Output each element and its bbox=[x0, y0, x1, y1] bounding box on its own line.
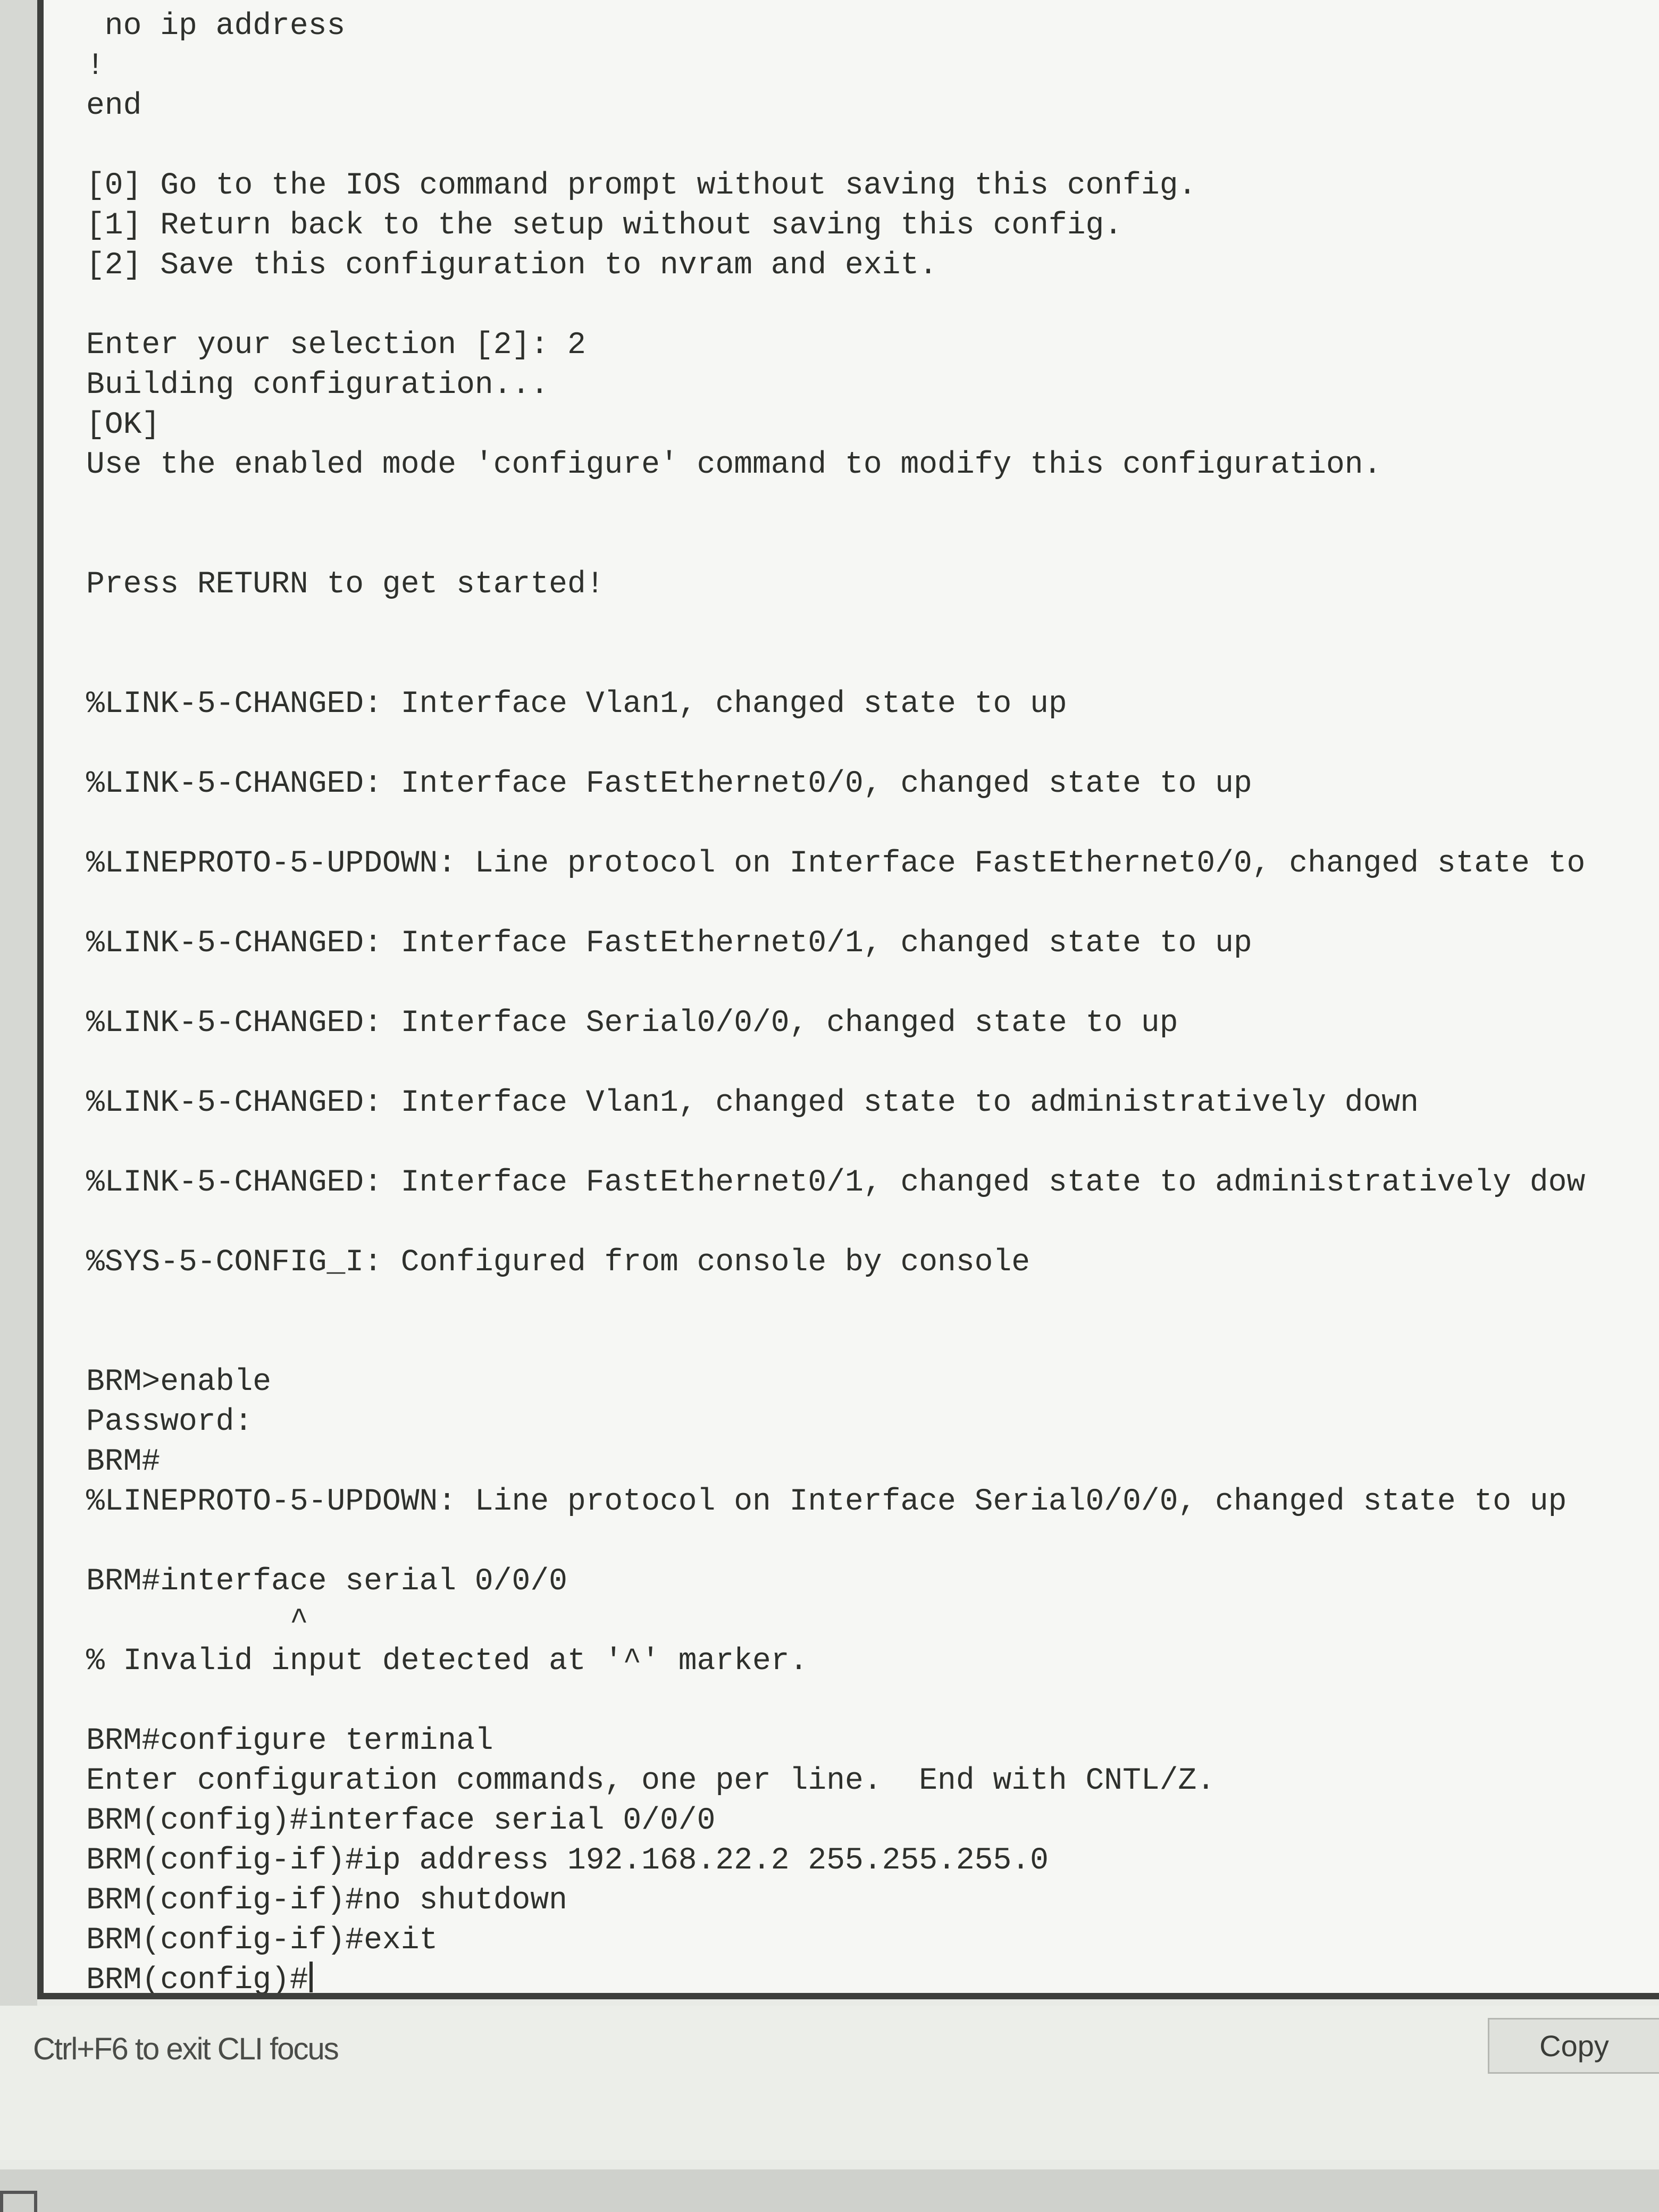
cli-line bbox=[86, 525, 1659, 565]
cli-line: BRM#configure terminal bbox=[86, 1724, 493, 1758]
cli-line: Use the enabled mode 'configure' command… bbox=[86, 448, 1382, 482]
cli-line: Building configuration... bbox=[86, 368, 549, 403]
cli-line: %LINEPROTO-5-UPDOWN: Line protocol on In… bbox=[86, 847, 1586, 881]
cli-status-bar bbox=[0, 2006, 1659, 2160]
cli-line bbox=[86, 644, 1659, 684]
cli-line: BRM(config)#interface serial 0/0/0 bbox=[86, 1804, 716, 1838]
cli-line bbox=[86, 963, 1659, 1003]
cli-line bbox=[86, 1283, 1659, 1322]
cli-line: [1] Return back to the setup without sav… bbox=[86, 208, 1123, 243]
cli-line bbox=[86, 605, 1659, 644]
cli-line bbox=[86, 1322, 1659, 1362]
window-left-edge bbox=[0, 0, 37, 2010]
cli-line bbox=[86, 1203, 1659, 1243]
cli-line: Enter your selection [2]: 2 bbox=[86, 328, 586, 363]
cli-terminal[interactable]: no ip address! end [0] Go to the IOS comma… bbox=[37, 0, 1659, 1999]
cli-line: Press RETURN to get started! bbox=[86, 567, 605, 602]
cli-line bbox=[86, 1522, 1659, 1562]
cli-line: %LINK-5-CHANGED: Interface Serial0/0/0, … bbox=[86, 1006, 1178, 1041]
cli-line: BRM>enable bbox=[86, 1365, 272, 1400]
cli-line: [0] Go to the IOS command prompt without… bbox=[86, 169, 1197, 203]
cli-line: %LINK-5-CHANGED: Interface Vlan1, change… bbox=[86, 687, 1067, 722]
cli-output[interactable]: no ip address! end [0] Go to the IOS comma… bbox=[44, 0, 1659, 1998]
cli-line: % Invalid input detected at '^' marker. bbox=[86, 1644, 808, 1679]
cli-line bbox=[86, 1043, 1659, 1083]
bottom-checkbox[interactable] bbox=[0, 2191, 37, 2212]
cli-line bbox=[86, 286, 1659, 325]
cli-lines: no ip address! end [0] Go to the IOS comma… bbox=[86, 6, 1659, 1960]
cli-line: no ip address bbox=[86, 9, 346, 44]
cli-line: BRM#interface serial 0/0/0 bbox=[86, 1564, 567, 1599]
cli-focus-hint: Ctrl+F6 to exit CLI focus bbox=[33, 2032, 339, 2066]
cli-line bbox=[86, 1681, 1659, 1721]
cli-line bbox=[86, 1123, 1659, 1163]
cli-line: BRM(config-if)#no shutdown bbox=[86, 1883, 567, 1918]
cli-line bbox=[86, 724, 1659, 764]
cli-line bbox=[86, 485, 1659, 525]
cli-line: Password: bbox=[86, 1405, 253, 1439]
cli-line: %LINK-5-CHANGED: Interface FastEthernet0… bbox=[86, 926, 1252, 961]
copy-button[interactable]: Copy bbox=[1488, 2018, 1659, 2074]
cli-line bbox=[86, 884, 1659, 924]
cli-line: %LINK-5-CHANGED: Interface Vlan1, change… bbox=[86, 1086, 1419, 1120]
cli-line: %LINEPROTO-5-UPDOWN: Line protocol on In… bbox=[86, 1485, 1567, 1519]
cli-line: end bbox=[86, 89, 142, 123]
cli-line: [2] Save this configuration to nvram and… bbox=[86, 248, 938, 283]
cli-prompt: BRM(config)# bbox=[86, 1963, 308, 1998]
cli-line: ^ bbox=[86, 1604, 308, 1639]
cli-line: [OK] bbox=[86, 408, 161, 442]
cli-prompt-line[interactable]: BRM(config)# bbox=[86, 1960, 1659, 1998]
cli-line: BRM(config-if)#ip address 192.168.22.2 2… bbox=[86, 1844, 1049, 1878]
cli-line: %SYS-5-CONFIG_I: Configured from console… bbox=[86, 1245, 1030, 1280]
cli-line: ! bbox=[86, 49, 105, 83]
cli-line: BRM(config-if)#exit bbox=[86, 1923, 438, 1958]
cli-line bbox=[86, 126, 1659, 166]
cli-line: %LINK-5-CHANGED: Interface FastEthernet0… bbox=[86, 767, 1252, 801]
cli-line: Enter configuration commands, one per li… bbox=[86, 1764, 1216, 1798]
cli-line: BRM# bbox=[86, 1445, 161, 1479]
text-cursor bbox=[309, 1962, 313, 1992]
cli-line: %LINK-5-CHANGED: Interface FastEthernet0… bbox=[86, 1166, 1586, 1200]
cli-line bbox=[86, 804, 1659, 844]
bottom-panel bbox=[0, 2169, 1659, 2212]
